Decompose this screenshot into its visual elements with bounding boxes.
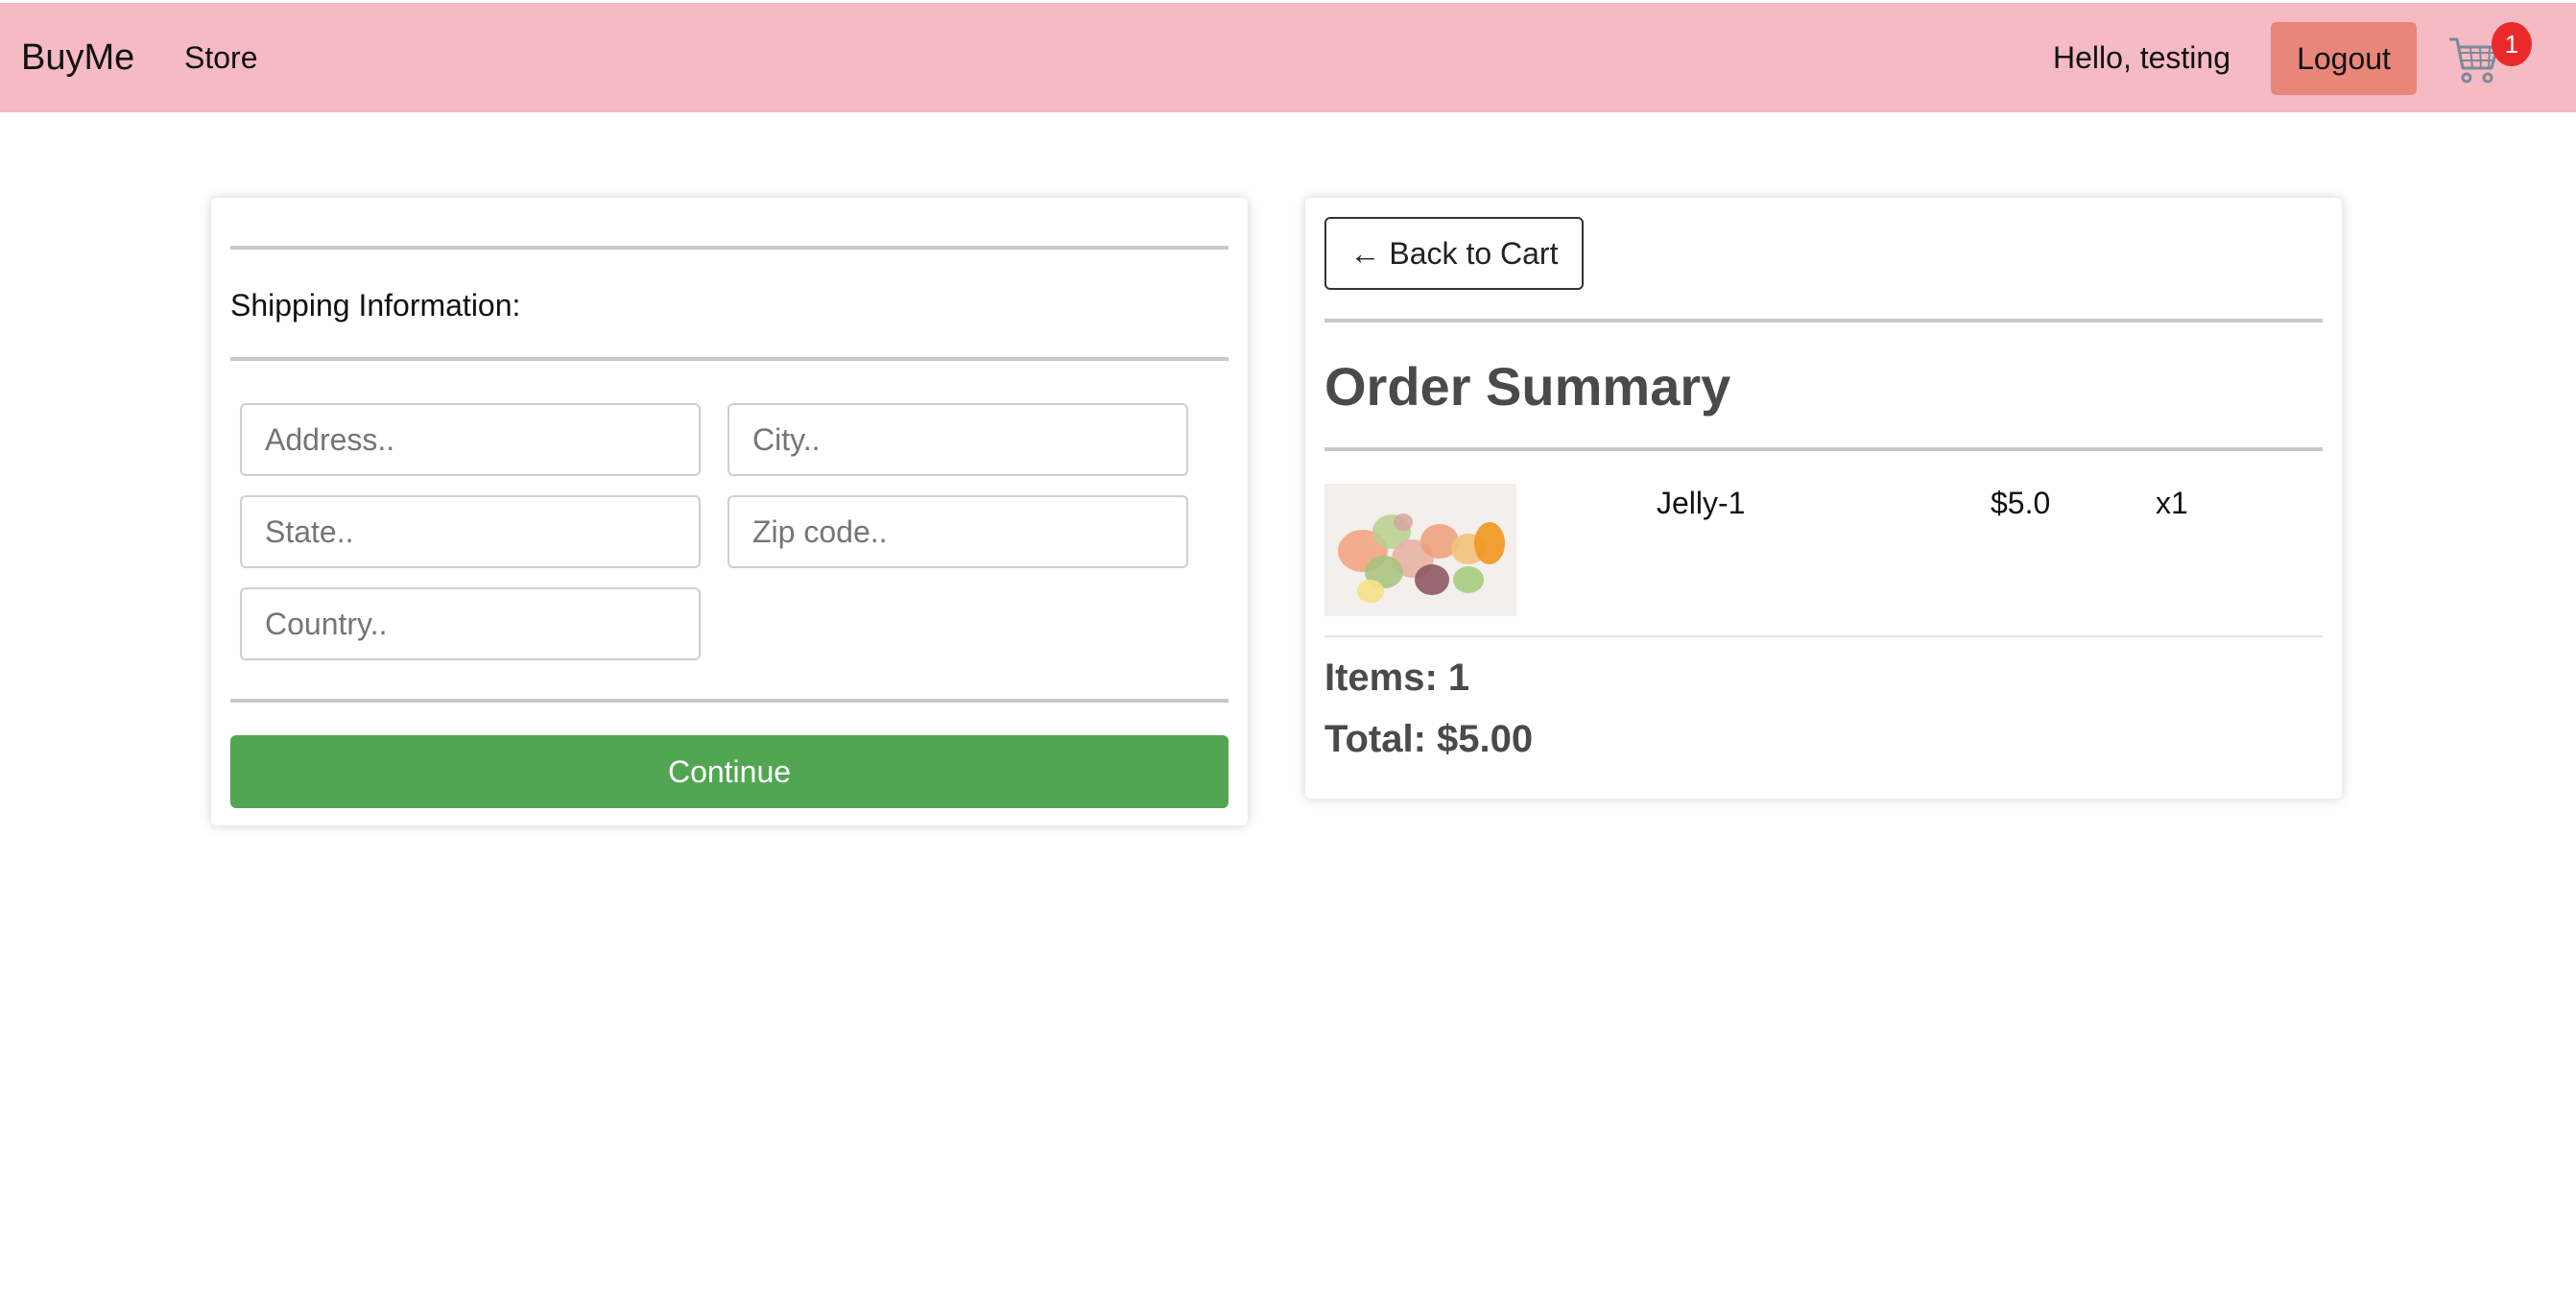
cart-count-badge: 1 bbox=[2492, 22, 2532, 66]
divider bbox=[230, 246, 1228, 250]
shipping-card: Shipping Information: Continue bbox=[211, 198, 1248, 825]
divider bbox=[1324, 447, 2323, 451]
logout-button[interactable]: Logout bbox=[2271, 22, 2417, 95]
nav-link-store[interactable]: Store bbox=[184, 3, 257, 112]
order-total: Total: $5.00 bbox=[1324, 718, 1534, 760]
divider bbox=[1324, 319, 2323, 322]
city-input[interactable] bbox=[727, 403, 1188, 476]
user-greeting: Hello, testing bbox=[2053, 40, 2230, 75]
address-input[interactable] bbox=[240, 403, 701, 476]
state-input[interactable] bbox=[240, 495, 701, 568]
divider bbox=[230, 357, 1228, 361]
shipping-info-label: Shipping Information: bbox=[230, 288, 521, 322]
product-image bbox=[1324, 484, 1516, 616]
order-summary-card: ← Back to Cart Order Summary Jelly-1 $5.… bbox=[1305, 198, 2342, 799]
items-count: Items: 1 bbox=[1324, 657, 1470, 699]
product-name: Jelly-1 bbox=[1657, 486, 1746, 520]
continue-button[interactable]: Continue bbox=[230, 735, 1228, 808]
top-navbar: BuyMe Store Hello, testing Logout 1 bbox=[0, 3, 2576, 112]
product-quantity: x1 bbox=[2156, 486, 2188, 520]
brand-logo[interactable]: BuyMe bbox=[21, 3, 134, 112]
divider bbox=[1324, 635, 2323, 637]
back-to-cart-button[interactable]: ← Back to Cart bbox=[1324, 217, 1584, 290]
zip-code-input[interactable] bbox=[727, 495, 1188, 568]
divider bbox=[230, 699, 1228, 703]
country-input[interactable] bbox=[240, 587, 701, 660]
order-summary-title: Order Summary bbox=[1324, 356, 1731, 417]
product-price: $5.0 bbox=[1991, 486, 2051, 520]
